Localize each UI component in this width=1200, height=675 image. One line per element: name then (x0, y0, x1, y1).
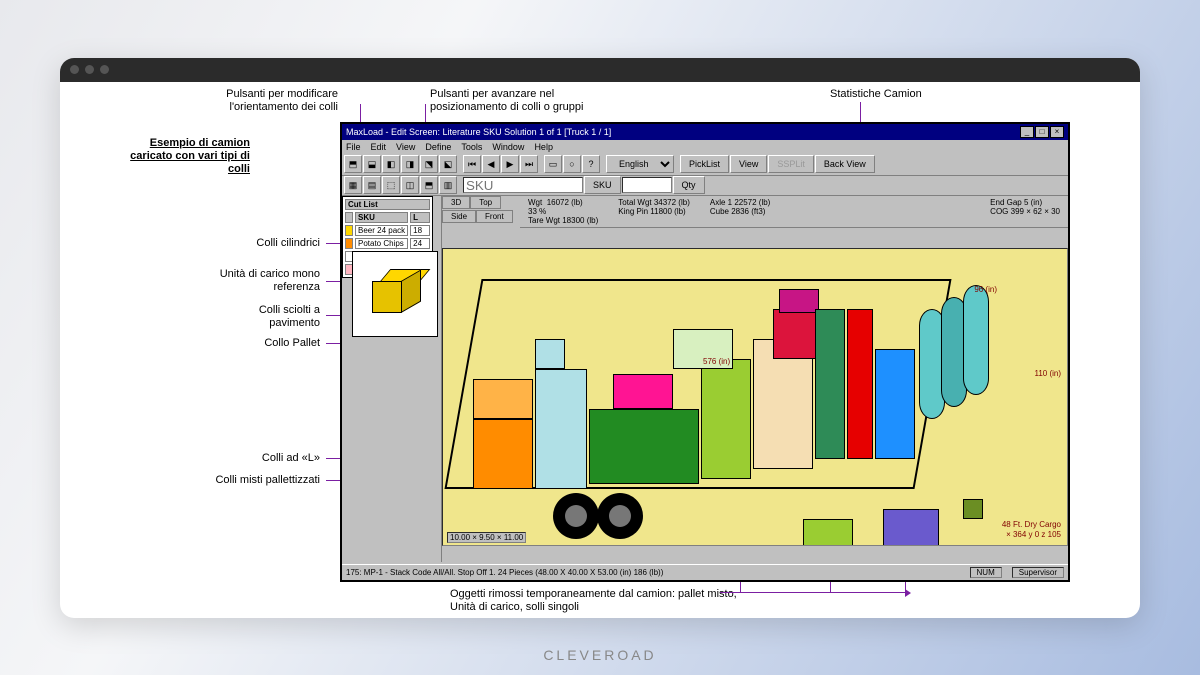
minimize-button[interactable]: _ (1020, 126, 1034, 138)
menu-file[interactable]: File (346, 142, 361, 152)
traffic-dot (70, 65, 79, 74)
nav-next[interactable]: ▶ (501, 155, 519, 173)
toolbar-secondary: ▦ ▤ ⬚ ◫ ⬒ ▥ SKU Qty (342, 176, 1068, 196)
tool-circle[interactable]: ○ (563, 155, 581, 173)
annot-l1: Colli cilindrici (256, 237, 320, 250)
annot-top1: Pulsanti per modificare l'orientamento d… (168, 88, 338, 114)
menu-edit[interactable]: Edit (371, 142, 387, 152)
ssplit-button[interactable]: SSPLit (768, 155, 814, 173)
toolbar-main: ⬒ ⬓ ◧ ◨ ⬔ ⬕ ⏮ ◀ ▶ ⏭ ▭ ○ ? English PickLi… (342, 154, 1068, 176)
macos-titlebar (60, 58, 1140, 82)
sku-input[interactable] (463, 177, 583, 193)
orient-btn-4[interactable]: ◨ (401, 155, 419, 173)
orient-btn-3[interactable]: ◧ (382, 155, 400, 173)
tab-top[interactable]: Top (470, 196, 501, 209)
annot-title: Esempio di camion caricato con vari tipi… (110, 137, 250, 177)
col-qty[interactable]: L (410, 212, 429, 223)
table-row[interactable]: Potato Chips24 (345, 238, 430, 249)
col-color[interactable] (345, 212, 353, 223)
workspace: Cut List SKU L Beer 24 pack18 Potato Chi… (342, 196, 1068, 562)
status-bar: 175: MP-1 - Stack Code All/All. Stop Off… (342, 564, 1068, 580)
lang-select[interactable]: English (606, 155, 674, 173)
col-sku[interactable]: SKU (355, 212, 408, 223)
truck-bed (463, 279, 1003, 499)
sku-label: SKU (584, 176, 621, 194)
dim-box: 10.00 × 9.50 × 11.00 (447, 532, 526, 543)
traffic-dot (85, 65, 94, 74)
nav-prev[interactable]: ◀ (482, 155, 500, 173)
status-num: NUM (970, 567, 1002, 578)
tab-side[interactable]: Side (442, 210, 476, 223)
cube-icon (370, 269, 420, 319)
tool2-2[interactable]: ▤ (363, 176, 381, 194)
removed-pallet-2[interactable] (883, 509, 939, 546)
annot-top3: Statistiche Camion (830, 88, 980, 101)
cutlist-header: Cut List (345, 199, 430, 210)
traffic-dot (100, 65, 109, 74)
menu-tools[interactable]: Tools (461, 142, 482, 152)
content-area: Pulsanti per modificare l'orientamento d… (60, 82, 1140, 618)
tab-front[interactable]: Front (476, 210, 513, 223)
menu-window[interactable]: Window (492, 142, 524, 152)
orient-btn-6[interactable]: ⬕ (439, 155, 457, 173)
menu-view[interactable]: View (396, 142, 415, 152)
menu-help[interactable]: Help (534, 142, 553, 152)
qty-label: Qty (673, 176, 705, 194)
annot-l6: Colli misti pallettizzati (215, 474, 320, 487)
window-titlebar[interactable]: MaxLoad - Edit Screen: Literature SKU So… (342, 124, 1068, 140)
card-frame: Pulsanti per modificare l'orientamento d… (60, 58, 1140, 618)
tool2-1[interactable]: ▦ (344, 176, 362, 194)
visualization-area: 3D Top Side Front Wgt 16072 (lb)33 %Tare… (442, 196, 1068, 562)
tool-help[interactable]: ? (582, 155, 600, 173)
stats-bar: Wgt 16072 (lb)33 %Tare Wgt 18300 (lb) To… (520, 196, 1068, 228)
table-row[interactable]: Beer 24 pack18 (345, 225, 430, 236)
qty-input[interactable] (622, 177, 672, 193)
tool2-3[interactable]: ⬚ (382, 176, 400, 194)
removed-single[interactable] (963, 499, 983, 519)
tool2-5[interactable]: ⬒ (420, 176, 438, 194)
menu-bar: File Edit View Define Tools Window Help (342, 140, 1068, 154)
tab-3d[interactable]: 3D (442, 196, 470, 209)
maximize-button[interactable]: □ (1035, 126, 1049, 138)
truck-canvas[interactable]: 576 (in) 110 (in) 96 (in) 299 (in) 62 (i… (442, 248, 1068, 546)
orient-btn-5[interactable]: ⬔ (420, 155, 438, 173)
nav-last[interactable]: ⏭ (520, 155, 538, 173)
brand-watermark: CLEVEROAD (0, 647, 1200, 663)
dim-width: 96 (in) (974, 285, 997, 294)
arrow-connector (720, 592, 906, 593)
status-left: 175: MP-1 - Stack Code All/All. Stop Off… (346, 568, 663, 577)
menu-define[interactable]: Define (425, 142, 451, 152)
backview-button[interactable]: Back View (815, 155, 875, 173)
cargo-label: 48 Ft. Dry Cargo (1002, 520, 1061, 529)
annot-l4: Collo Pallet (264, 337, 320, 350)
window-title: MaxLoad - Edit Screen: Literature SKU So… (346, 127, 611, 137)
close-button[interactable]: × (1050, 126, 1064, 138)
annot-l5: Colli ad «L» (262, 452, 320, 465)
removed-pallet-1[interactable] (803, 519, 853, 546)
nav-first[interactable]: ⏮ (463, 155, 481, 173)
sku-preview (352, 251, 438, 337)
orient-btn-1[interactable]: ⬒ (344, 155, 362, 173)
status-supervisor: Supervisor (1012, 567, 1064, 578)
annot-l2: Unità di carico mono referenza (200, 268, 320, 294)
picklist-button[interactable]: PickList (680, 155, 729, 173)
view-button[interactable]: View (730, 155, 767, 173)
annot-top2: Pulsanti per avanzare nel posizionamento… (430, 88, 620, 114)
tool2-4[interactable]: ◫ (401, 176, 419, 194)
annot-l3: Colli sciolti a pavimento (220, 304, 320, 330)
maxload-window: MaxLoad - Edit Screen: Literature SKU So… (340, 122, 1070, 582)
dim-height: 110 (in) (1034, 369, 1061, 378)
cargo-label2: × 364 y 0 z 105 (1006, 530, 1061, 539)
tool2-6[interactable]: ▥ (439, 176, 457, 194)
orient-btn-2[interactable]: ⬓ (363, 155, 381, 173)
annot-bottom: Oggetti rimossi temporaneamente dal cami… (450, 588, 750, 614)
dim-length: 576 (in) (703, 357, 730, 366)
tool-rect[interactable]: ▭ (544, 155, 562, 173)
